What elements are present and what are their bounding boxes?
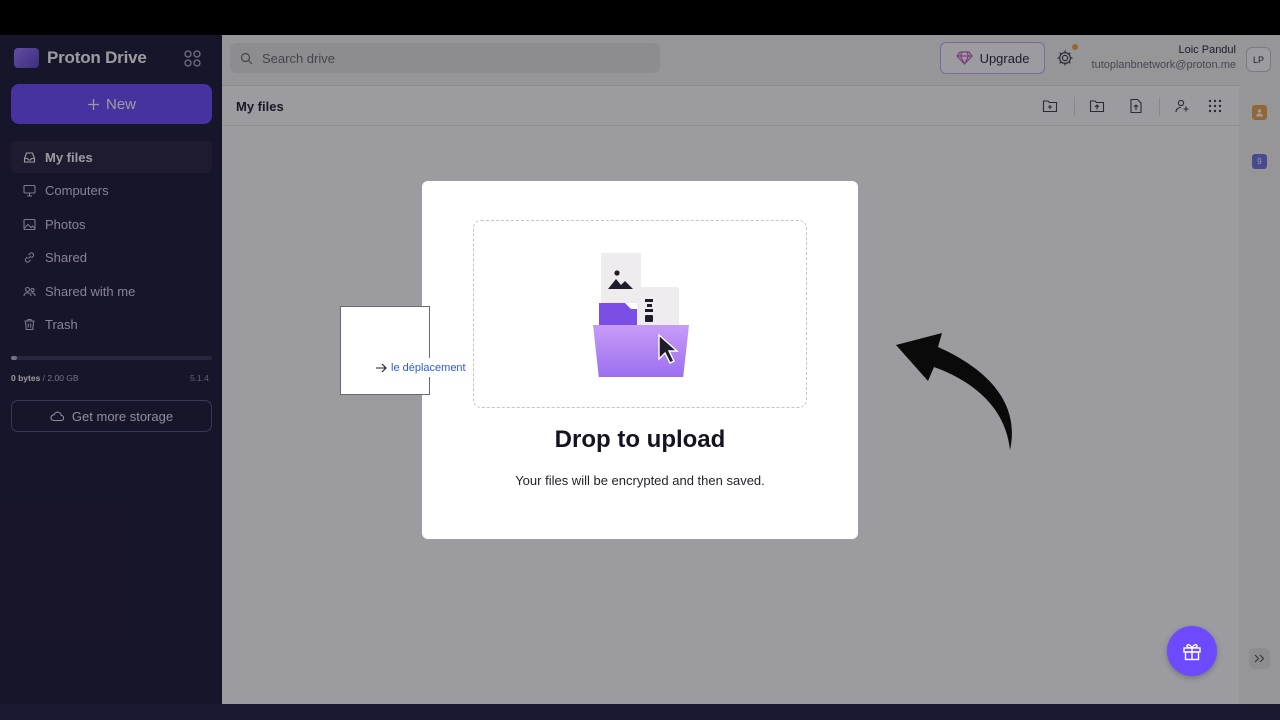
dragged-file-preview: [340, 306, 430, 395]
upload-drop-dialog: Drop to upload Your files will be encryp…: [422, 181, 858, 539]
gift-button[interactable]: [1167, 626, 1217, 676]
gift-icon: [1183, 644, 1201, 661]
screen-bottom-bar: [0, 704, 1280, 720]
drag-tooltip-label: le déplacement: [391, 361, 466, 374]
arrow-right-icon: [376, 363, 387, 372]
screen-top-border: [0, 0, 1280, 35]
drop-zone[interactable]: [473, 220, 807, 408]
folder-upload-illustration: [593, 253, 689, 377]
drop-subtitle: Your files will be encrypted and then sa…: [515, 473, 765, 488]
curved-arrow-annotation-icon: [896, 333, 1012, 450]
drop-title: Drop to upload: [554, 426, 726, 453]
drag-move-tooltip: le déplacement: [371, 358, 470, 377]
